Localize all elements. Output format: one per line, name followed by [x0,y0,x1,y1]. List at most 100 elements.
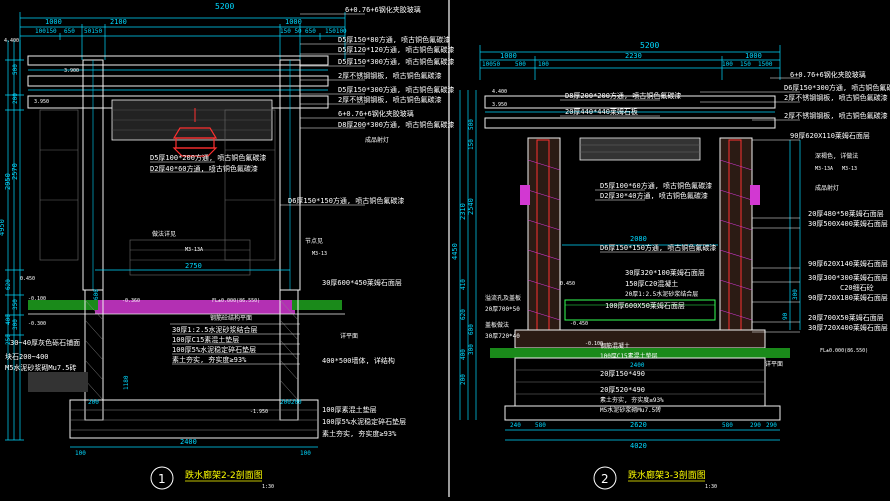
right-callout-25: 20厚700*50 [485,306,520,313]
right-vdim-410: 410 [460,279,467,290]
right-dim-2230: 2230 [625,52,642,60]
left-section-scale: 1:30 [262,484,274,490]
left-callout-7: 6+0.76+6钢化夹胶玻璃 [338,109,414,118]
left-callout-glass-top: 6+0.76+6钢化夹胶玻璃 [345,5,421,14]
right-dim-10050: 10050 [482,61,500,68]
right-callout-29: 100厚C15素混土垫层 [600,352,658,360]
right-vdim-150: 150 [468,139,475,150]
left-bdim-200: 200 [88,399,99,406]
right-callout-7: 深褐色, 详做法 [815,152,858,160]
right-bdim-4020: 4020 [630,442,647,450]
right-callout-17: 90厚720X180莱姆石面层 [808,293,888,302]
right-callout-18: 20厚700X50莱姆石面层 [808,313,884,322]
right-callout-35: M3-13A [815,166,833,172]
left-callout-22: 100厚5%水泥稳定碎石垫层 [172,345,256,354]
left-level-3: 0.450 [20,276,35,282]
left-vdim-500: 500 [12,64,19,75]
left-callout-see: 做法详见 [152,230,176,238]
left-vdim-620: 620 [5,279,12,290]
right-callout-11: D6厚150*150方通, 喷古铜色氟碳漆 [600,243,716,252]
right-callout-10: D2厚30*40方通, 喷古铜色氟碳漆 [600,191,708,200]
left-bdim-2750: 2750 [185,262,202,270]
right-vdim-620: 620 [460,309,467,320]
right-level-4: 0.450 [560,281,575,287]
right-vdim-4450: 4450 [451,243,459,260]
right-callout-15: 30厚300*300莱姆石面层 [808,273,888,282]
left-dim-150100: 150100 [325,28,347,35]
left-section-number: 1 [158,472,166,486]
left-callout-30: M3-13 [312,251,327,257]
right-dim-150: 150 [740,61,751,68]
left-bdim-200200: 200200 [280,399,302,406]
right-vdim-300b: 300 [792,289,799,300]
right-callout-5: 2厚不锈钢钢板, 喷古铜色氟碳漆 [784,111,888,120]
right-callout-4: 20厚440*440莱姆石板 [565,107,638,116]
right-level-2: -0.450 [570,321,588,327]
left-callout-6: 2厚不锈钢钢板, 喷古铜色氟碳漆 [338,95,442,104]
left-callout-24: 400*500墙体, 详结构 [322,356,395,365]
right-vdim-200: 200 [460,374,467,385]
left-callout-17: 块石200~400 [5,352,49,361]
left-callout-4: 2厚不锈钢钢板, 喷古铜色氟碳漆 [338,71,442,80]
left-bdim-100b: 100 [300,450,311,457]
left-callout-21: 100厚C15素混土垫层 [172,335,239,344]
right-level-1: 3.950 [492,102,507,108]
right-callout-0: 6+0.76+6钢化夹胶玻璃 [790,70,866,79]
right-level-5: FL±0.000(86.550) [820,348,868,354]
left-vdim-200: 200 [12,93,19,104]
right-bdim-240: 240 [510,422,521,429]
right-callout-31: 20厚520*490 [600,386,645,394]
right-vdim-2310: 2310 [459,203,467,220]
left-callout-29: M3-13A [185,247,203,253]
right-callout-27: 30厚720*40 [485,333,520,340]
left-dim-650-b: 650 [305,28,316,35]
right-callout-33: M5水泥砂浆砌Mu7.5砖 [600,406,661,414]
left-bdim-100a: 100 [75,450,86,457]
right-callout-22: 20厚1:2.5水泥砂浆结合层 [625,290,698,298]
right-dim-1500: 1500 [758,61,773,68]
right-dim-1000-b: 1000 [745,52,762,60]
right-callout-8: 成品射灯 [815,184,839,192]
right-callout-26: 盖板做法 [485,321,509,329]
left-dim-2100-a: 2100 [110,18,127,26]
right-callout-9: D5厚100*60方通, 喷古铜色氟碳漆 [600,181,712,190]
right-callout-3: D8厚200*200方通, 喷古铜色氟碳漆 [565,91,681,100]
right-callout-34: 详平面 [765,360,783,368]
right-section-number: 2 [601,472,609,486]
right-dim-1000-a: 1000 [500,52,517,60]
left-vdim-1180: 1180 [123,375,130,390]
right-callout-19: 30厚720X400莱姆石面层 [808,323,888,332]
left-section-title: 跌水廊架2-2剖面图 [185,469,263,481]
left-callout-10: D5厚100*200方通, 喷古铜色氟碳漆 [150,153,266,162]
right-vdim-300: 300 [468,344,475,355]
cad-drawing: 5200 2100 1000 1000 100150 650 50150 150… [0,0,890,497]
right-bdim-580-a: 580 [535,422,546,429]
right-vdim-500: 500 [468,119,475,130]
left-dim-50150: 50150 [84,28,102,35]
left-level-4: -0.100 [28,296,46,302]
left-level-0: 4.400 [4,38,19,44]
left-vdim-350: 350 [12,299,19,310]
right-callout-13: 30厚500X400莱姆石面层 [808,219,888,228]
left-callout-node: 节点见 [305,237,323,245]
left-callout-19: 钢筋砼结构平面 [210,314,252,322]
left-callout-18: M5水泥砂浆砌Mu7.5砖 [5,363,77,372]
left-dim-100150: 100150 [35,28,57,35]
left-callout-25: 100厚素混土垫层 [322,405,377,414]
right-bdim-290-a: 290 [750,422,761,429]
left-callout-3: D5厚150*300方通, 喷古铜色氟碳漆 [338,57,454,66]
left-level-1: 3.900 [64,68,79,74]
left-callout-11: D2厚40*60方通, 喷古铜色氟碳漆 [150,164,258,173]
right-dim-500: 500 [515,61,526,68]
left-level-5: -0.300 [28,321,46,327]
right-callout-6: 90厚620X110莱姆石面层 [790,131,870,140]
right-vdim-400: 400 [460,349,467,360]
left-bdim-2400: 2400 [180,438,197,446]
right-callout-2: 2厚不锈钢钢板, 喷古铜色氟碳漆 [784,93,888,102]
right-callout-24: 溢流孔及盖板 [485,294,521,302]
right-callout-16: C20细石砼 [840,283,874,292]
left-callout-20: 30厚1:2.5水泥砂浆结合层 [172,325,258,334]
right-vdim-90: 90 [782,312,789,320]
right-callout-20: 30厚320*100莱姆石面层 [625,268,705,277]
right-section-scale: 1:30 [705,484,717,490]
